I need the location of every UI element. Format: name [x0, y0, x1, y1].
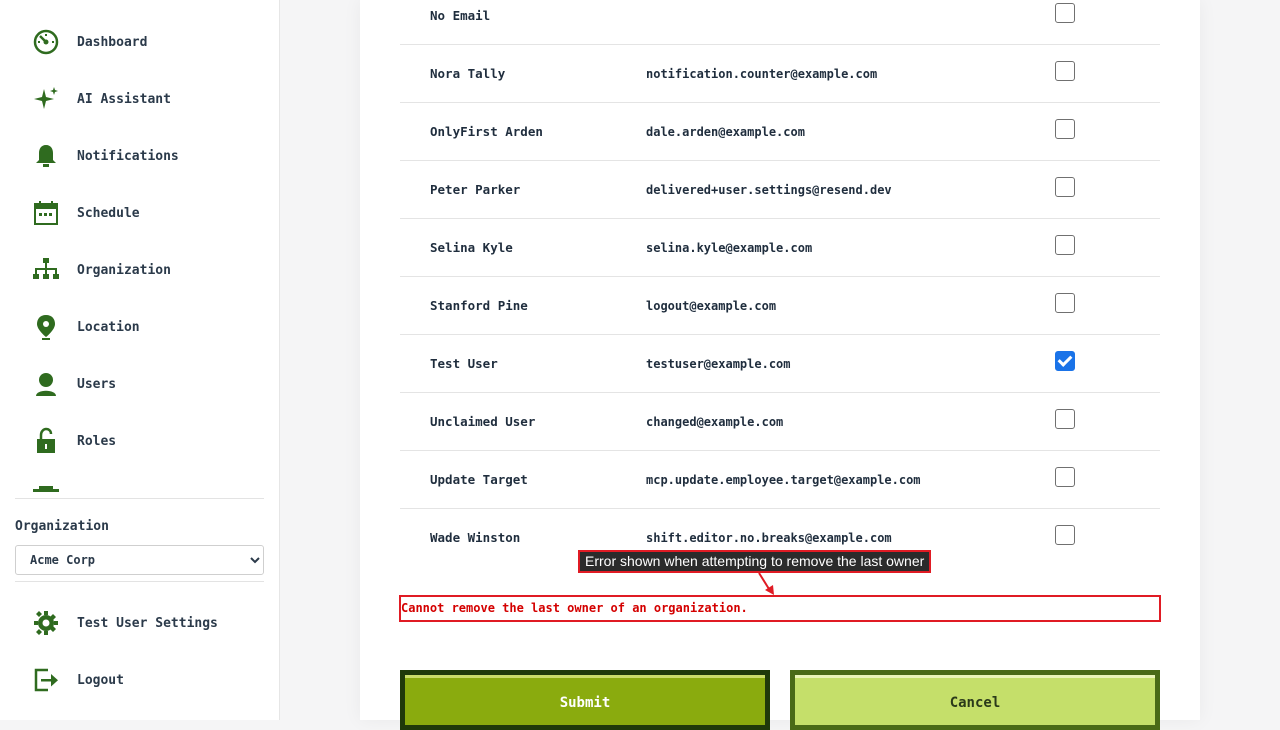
user-email: logout@example.com — [646, 299, 777, 313]
owner-checkbox[interactable] — [1055, 467, 1075, 487]
owner-checkbox[interactable] — [1055, 3, 1075, 23]
sidebar-item-label: Notifications — [77, 148, 179, 164]
partial-icon — [33, 486, 59, 492]
sidebar-divider — [15, 581, 264, 582]
user-name: Wade Winston — [430, 530, 521, 545]
submit-button[interactable]: Submit — [400, 670, 770, 730]
bell-icon — [30, 140, 62, 172]
sidebar-item-settings[interactable]: Test User Settings — [30, 603, 264, 643]
error-message: Cannot remove the last owner of an organ… — [399, 595, 1161, 622]
annotation-callout: Error shown when attempting to remove th… — [578, 550, 932, 573]
user-email: delivered+user.settings@resend.dev — [646, 183, 892, 197]
table-row: Selina Kyle selina.kyle@example.com — [400, 219, 1160, 277]
table-row: Peter Parker delivered+user.settings@res… — [400, 161, 1160, 219]
table-row: Test User testuser@example.com — [400, 335, 1160, 393]
sidebar-item-label: Test User Settings — [77, 615, 218, 631]
dashboard-icon — [30, 26, 62, 58]
sidebar-item-roles[interactable]: Roles — [30, 421, 264, 461]
sidebar-item-users[interactable]: Users — [30, 364, 264, 404]
user-email: mcp.update.employee.target@example.com — [646, 473, 921, 487]
owner-checkbox[interactable] — [1055, 525, 1075, 545]
user-name: Test User — [430, 356, 498, 371]
org-chart-icon — [30, 254, 62, 286]
user-name: No Email — [430, 8, 491, 23]
sidebar-item-notifications[interactable]: Notifications — [30, 136, 264, 176]
table-row: Nora Tally notification.counter@example.… — [400, 45, 1160, 103]
table-row: Unclaimed User changed@example.com — [400, 393, 1160, 451]
owner-checkbox[interactable] — [1055, 293, 1075, 313]
owner-checkbox[interactable] — [1055, 351, 1075, 371]
sidebar-item-label: Schedule — [77, 205, 140, 221]
user-name: Update Target — [430, 472, 528, 487]
user-name: Selina Kyle — [430, 240, 513, 255]
sidebar-item-label: AI Assistant — [77, 91, 171, 107]
user-name: Peter Parker — [430, 182, 521, 197]
user-email: selina.kyle@example.com — [646, 241, 813, 255]
sidebar: Dashboard AI Assistant Notifications Sch… — [0, 0, 280, 720]
sidebar-item-label: Location — [77, 319, 140, 335]
location-pin-icon — [30, 311, 62, 343]
sidebar-item-label: Dashboard — [77, 34, 148, 50]
table-row: No Email — [400, 0, 1160, 45]
owner-checkbox[interactable] — [1055, 235, 1075, 255]
user-name: Nora Tally — [430, 66, 506, 81]
owner-checkbox[interactable] — [1055, 409, 1075, 429]
sidebar-item-label: Users — [77, 376, 117, 392]
user-email: notification.counter@example.com — [646, 67, 878, 81]
organization-label: Organization — [15, 519, 109, 534]
cancel-button[interactable]: Cancel — [790, 670, 1160, 730]
table-row: Update Target mcp.update.employee.target… — [400, 451, 1160, 509]
annotation-arrow-icon — [758, 572, 774, 595]
sidebar-item-label: Organization — [77, 262, 171, 278]
gear-icon — [30, 607, 62, 639]
owner-checkbox[interactable] — [1055, 119, 1075, 139]
table-row: OnlyFirst Arden dale.arden@example.com — [400, 103, 1160, 161]
user-email: testuser@example.com — [646, 357, 791, 371]
user-name: OnlyFirst Arden — [430, 124, 543, 139]
sidebar-item-dashboard[interactable]: Dashboard — [30, 22, 264, 62]
sidebar-item-ai-assistant[interactable]: AI Assistant — [30, 79, 264, 119]
sidebar-item-schedule[interactable]: Schedule — [30, 193, 264, 233]
sidebar-item-location[interactable]: Location — [30, 307, 264, 347]
sidebar-divider — [15, 498, 264, 499]
user-email: dale.arden@example.com — [646, 125, 805, 139]
owner-checkbox[interactable] — [1055, 177, 1075, 197]
sidebar-item-label: Logout — [77, 672, 124, 688]
table-row: Stanford Pine logout@example.com — [400, 277, 1160, 335]
user-email: changed@example.com — [646, 415, 784, 429]
user-name: Unclaimed User — [430, 414, 536, 429]
owner-checkbox[interactable] — [1055, 61, 1075, 81]
logout-icon — [30, 664, 62, 696]
sparkle-icon — [30, 83, 62, 115]
user-icon — [30, 368, 62, 400]
sidebar-item-label: Roles — [77, 433, 117, 449]
sidebar-item-organization[interactable]: Organization — [30, 250, 264, 290]
sidebar-item-logout[interactable]: Logout — [30, 660, 264, 700]
unlock-icon — [30, 425, 62, 457]
user-name: Stanford Pine — [430, 298, 528, 313]
calendar-icon — [30, 197, 62, 229]
organization-select[interactable]: Acme Corp — [15, 545, 264, 575]
